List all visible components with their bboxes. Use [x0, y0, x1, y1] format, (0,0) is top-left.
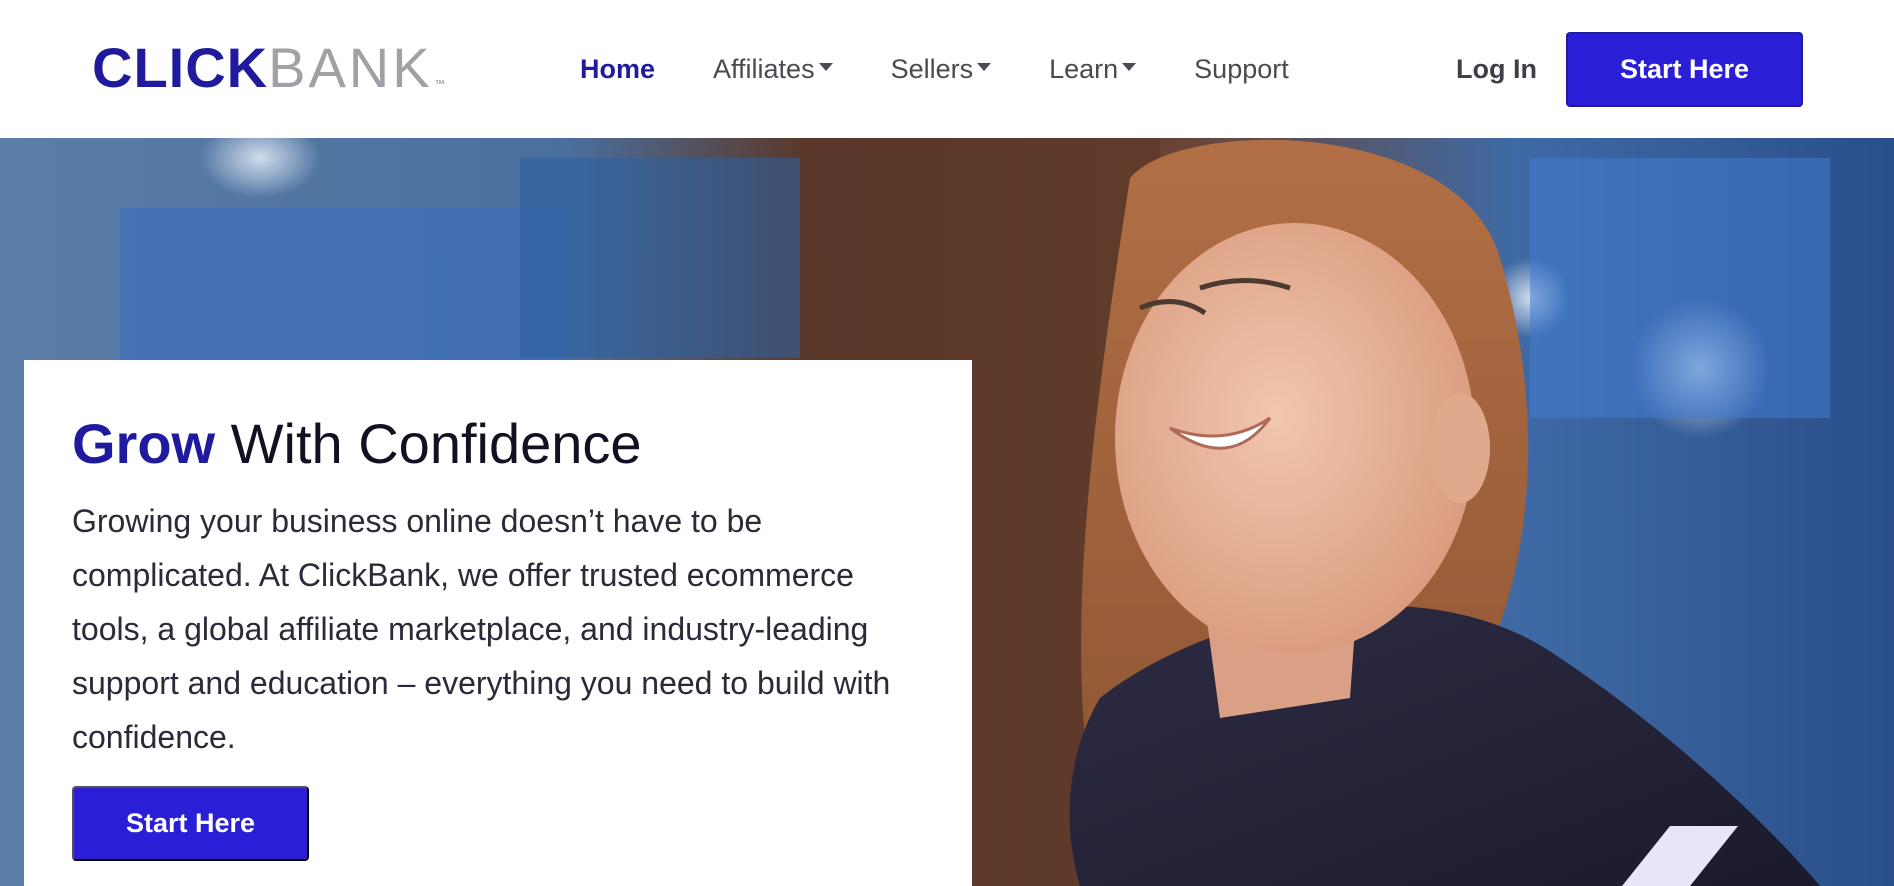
main-nav: Home Affiliates Sellers Learn Support [580, 46, 1289, 92]
logo-bank-text: BANK [268, 36, 433, 99]
logo-click-text: CLICK [92, 36, 269, 99]
nav-item-support[interactable]: Support [1194, 46, 1289, 92]
hero-title-rest: With Confidence [215, 412, 642, 475]
nav-item-home-label: Home [580, 53, 656, 84]
caret-down-icon [1122, 63, 1137, 71]
nav-item-sellers-label: Sellers [890, 53, 974, 84]
start-here-hero-button[interactable]: Start Here [72, 786, 309, 861]
nav-item-support-label: Support [1194, 53, 1289, 84]
hero-body-text: Growing your business online doesn’t hav… [72, 503, 891, 755]
clickbank-logo[interactable]: CLICK BANK ™ [92, 40, 446, 96]
nav-item-learn[interactable]: Learn [1049, 46, 1137, 92]
caret-down-icon [977, 63, 992, 71]
hero-title-accent: Grow [72, 412, 216, 475]
nav-item-affiliates-label: Affiliates [713, 53, 815, 84]
login-link[interactable]: Log In [1456, 46, 1537, 92]
logo-trademark: ™ [434, 79, 446, 90]
nav-item-sellers[interactable]: Sellers [891, 46, 992, 92]
hero-card: Grow With Confidence Growing your busine… [24, 360, 972, 886]
hero-section: Grow With Confidence Growing your busine… [0, 138, 1894, 886]
caret-down-icon [818, 63, 833, 71]
hero-title: Grow With Confidence [72, 412, 642, 476]
start-here-header-button[interactable]: Start Here [1566, 32, 1803, 107]
site-header: CLICK BANK ™ Home Affiliates Sellers Lea… [0, 0, 1894, 138]
nav-item-home[interactable]: Home [580, 46, 655, 92]
nav-item-learn-label: Learn [1049, 53, 1119, 84]
nav-item-affiliates[interactable]: Affiliates [713, 46, 833, 92]
